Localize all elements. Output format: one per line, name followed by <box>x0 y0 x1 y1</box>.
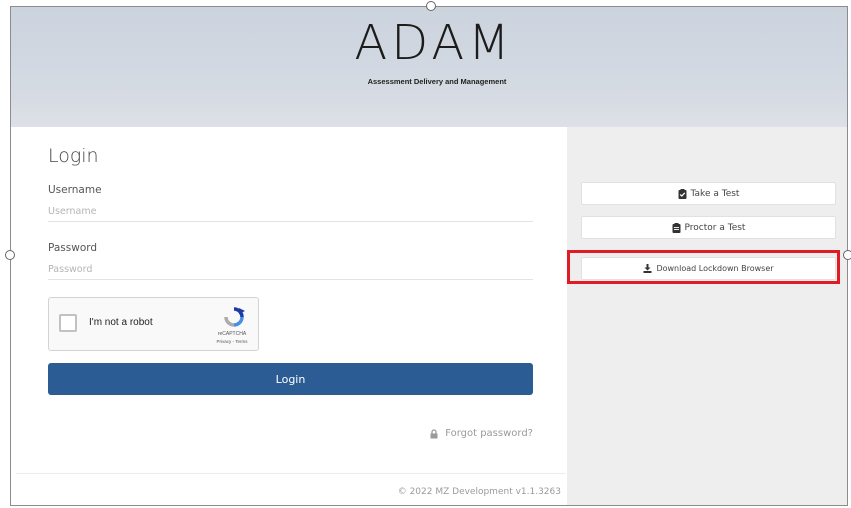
side-panel: Take a Test Proctor a Test Download Lock… <box>567 127 847 505</box>
copyright-text: © 2022 MZ Development v1.1.3263 <box>397 487 561 497</box>
login-title: Login <box>48 145 99 167</box>
resize-handle-right[interactable] <box>843 250 851 260</box>
clipboard-check-icon <box>678 188 687 199</box>
password-input[interactable] <box>48 259 533 280</box>
clipboard-icon <box>672 222 681 233</box>
download-lockdown-browser-button[interactable]: Download Lockdown Browser <box>581 257 836 280</box>
header: ADAM Assessment Delivery and Management <box>11 7 847 127</box>
proctor-test-button[interactable]: Proctor a Test <box>581 216 836 239</box>
password-label: Password <box>48 242 98 254</box>
app-frame: ADAM Assessment Delivery and Management … <box>10 6 848 506</box>
recaptcha-checkbox[interactable] <box>59 314 77 332</box>
download-icon <box>643 264 652 273</box>
take-test-label: Take a Test <box>690 188 740 199</box>
username-label: Username <box>48 184 102 196</box>
footer-divider <box>16 473 566 474</box>
lock-icon <box>430 428 438 438</box>
proctor-test-label: Proctor a Test <box>684 222 746 233</box>
recaptcha-widget: I'm not a robot reCAPTCHA Privacy - Term… <box>48 297 259 351</box>
recaptcha-label: I'm not a robot <box>89 317 153 328</box>
resize-handle-top[interactable] <box>426 1 436 11</box>
recaptcha-links[interactable]: Privacy - Terms <box>204 339 260 344</box>
login-panel: Login Username Password I'm not a robot … <box>16 127 566 505</box>
username-input[interactable] <box>48 201 533 222</box>
download-lockdown-browser-label: Download Lockdown Browser <box>656 264 774 273</box>
forgot-password-link[interactable]: Forgot password? <box>429 428 533 439</box>
login-button[interactable]: Login <box>48 363 533 395</box>
recaptcha-logo-icon <box>224 307 245 327</box>
forgot-password-label: Forgot password? <box>445 428 533 439</box>
resize-handle-left[interactable] <box>5 250 15 260</box>
recaptcha-brand: reCAPTCHA <box>217 331 247 337</box>
take-test-button[interactable]: Take a Test <box>581 182 836 205</box>
logo-tagline: Assessment Delivery and Management <box>367 77 507 86</box>
adam-logo: ADAM <box>354 15 514 71</box>
